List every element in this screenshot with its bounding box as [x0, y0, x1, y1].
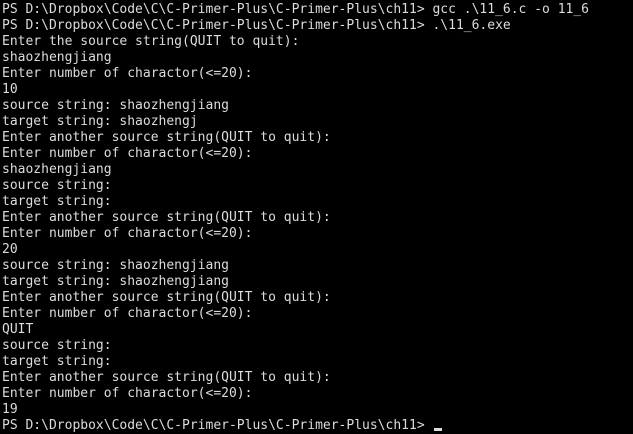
command-line-gcc: PS D:\Dropbox\Code\C\C-Primer-Plus\C-Pri… — [2, 2, 589, 17]
output-line: 19 — [2, 402, 18, 417]
output-line: 10 — [2, 82, 18, 97]
output-line: Enter another source string(QUIT to quit… — [2, 130, 331, 145]
output-line: target string: — [2, 194, 112, 209]
output-line: shaozhengjiang — [2, 162, 112, 177]
output-line: QUIT — [2, 322, 34, 337]
terminal-window[interactable]: PS D:\Dropbox\Code\C\C-Primer-Plus\C-Pri… — [0, 0, 633, 434]
output-line: Enter number of charactor(<=20): — [2, 146, 253, 161]
output-line: 20 — [2, 242, 18, 257]
output-line: Enter number of charactor(<=20): — [2, 66, 253, 81]
output-line: Enter number of charactor(<=20): — [2, 386, 253, 401]
output-line: source string: shaozhengjiang — [2, 258, 229, 273]
output-line: Enter another source string(QUIT to quit… — [2, 370, 331, 385]
output-line: Enter another source string(QUIT to quit… — [2, 210, 331, 225]
output-line: target string: shaozhengj — [2, 114, 198, 129]
output-line: target string: shaozhengjiang — [2, 274, 229, 289]
prompt-line[interactable]: PS D:\Dropbox\Code\C\C-Primer-Plus\C-Pri… — [2, 418, 633, 434]
output-line: Enter the source string(QUIT to quit): — [2, 34, 300, 49]
output-line: source string: — [2, 338, 112, 353]
prompt-text: PS D:\Dropbox\Code\C\C-Primer-Plus\C-Pri… — [2, 418, 433, 433]
output-line: Enter number of charactor(<=20): — [2, 226, 253, 241]
output-line: Enter number of charactor(<=20): — [2, 306, 253, 321]
command-line-run: PS D:\Dropbox\Code\C\C-Primer-Plus\C-Pri… — [2, 18, 511, 33]
output-line: source string: shaozhengjiang — [2, 98, 229, 113]
output-line: source string: — [2, 178, 112, 193]
output-line: target string: — [2, 354, 112, 369]
output-line: shaozhengjiang — [2, 50, 112, 65]
output-line: Enter another source string(QUIT to quit… — [2, 290, 331, 305]
text-cursor — [434, 428, 443, 431]
